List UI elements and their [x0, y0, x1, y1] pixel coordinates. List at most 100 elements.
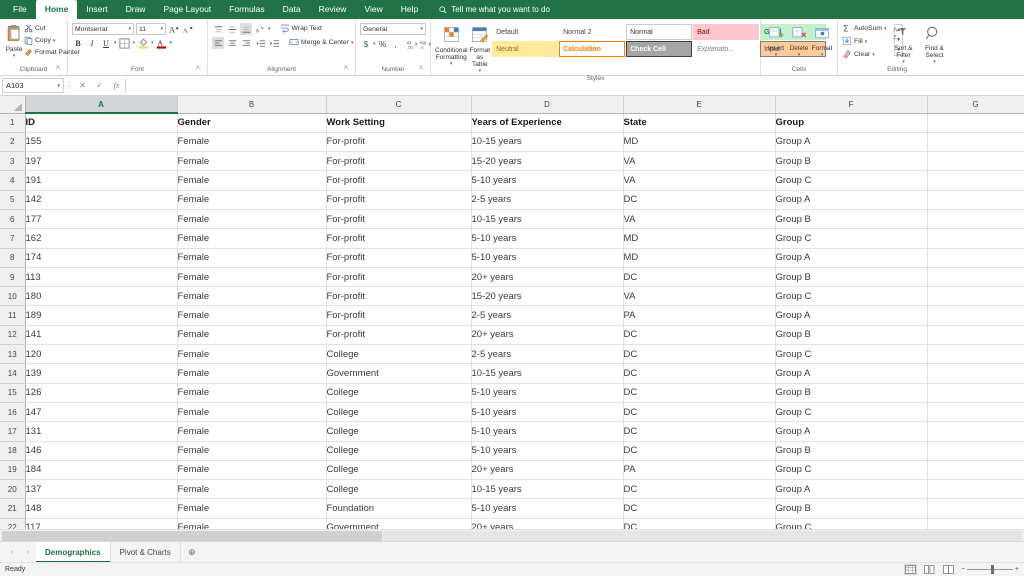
- cell-C9[interactable]: For-profit: [326, 267, 471, 286]
- cell-G13[interactable]: [927, 345, 1024, 364]
- cell-D8[interactable]: 5-10 years: [471, 248, 623, 267]
- cell-C15[interactable]: College: [326, 383, 471, 402]
- currency-chevron-down-icon[interactable]: ▾: [373, 41, 376, 47]
- cell-F7[interactable]: Group C: [775, 229, 927, 248]
- cell-A5[interactable]: 142: [25, 190, 177, 209]
- cell-A3[interactable]: 197: [25, 152, 177, 171]
- fill-chevron-down-icon[interactable]: ▾: [865, 39, 868, 45]
- cell-G10[interactable]: [927, 287, 1024, 306]
- alignment-dialog-launcher-icon[interactable]: ⇱: [344, 64, 349, 74]
- row-header-19[interactable]: 19: [0, 460, 25, 479]
- sheet-tab-pivot-charts[interactable]: Pivot & Charts: [111, 542, 181, 563]
- spreadsheet-grid[interactable]: ABCDEFG 1IDGenderWork SettingYears of Ex…: [0, 96, 1024, 529]
- cell-C13[interactable]: College: [326, 345, 471, 364]
- cell-E2[interactable]: MD: [623, 132, 775, 151]
- insert-cells-button[interactable]: Insert ▾: [765, 23, 787, 58]
- row-header-15[interactable]: 15: [0, 383, 25, 402]
- autosum-chevron-down-icon[interactable]: ▾: [884, 26, 887, 32]
- cell-E10[interactable]: VA: [623, 287, 775, 306]
- row-header-10[interactable]: 10: [0, 287, 25, 306]
- zoom-track[interactable]: [967, 569, 1013, 570]
- cell-E17[interactable]: DC: [623, 422, 775, 441]
- comma-format-button[interactable]: ,: [390, 38, 402, 50]
- cell-C21[interactable]: Foundation: [326, 499, 471, 518]
- cell-E15[interactable]: DC: [623, 383, 775, 402]
- cell-D19[interactable]: 20+ years: [471, 460, 623, 479]
- column-header-A[interactable]: A: [25, 96, 177, 113]
- wrap-text-button[interactable]: Wrap Text: [280, 23, 322, 35]
- cell-C22[interactable]: Government: [326, 518, 471, 529]
- cell-E3[interactable]: VA: [623, 152, 775, 171]
- cell-D15[interactable]: 5-10 years: [471, 383, 623, 402]
- cell-D16[interactable]: 5-10 years: [471, 402, 623, 421]
- align-middle-button[interactable]: [226, 23, 238, 35]
- cell-C6[interactable]: For-profit: [326, 209, 471, 228]
- row-header-9[interactable]: 9: [0, 267, 25, 286]
- row-header-3[interactable]: 3: [0, 152, 25, 171]
- cell-A14[interactable]: 139: [25, 364, 177, 383]
- zoom-thumb[interactable]: [991, 565, 994, 574]
- cell-E22[interactable]: DC: [623, 518, 775, 529]
- number-format-select[interactable]: General ▾: [360, 23, 426, 35]
- cell-G4[interactable]: [927, 171, 1024, 190]
- ribbon-tab-home[interactable]: Home: [36, 0, 78, 19]
- fill-color-button[interactable]: [137, 37, 149, 49]
- autosum-button[interactable]: Σ AutoSum ▾: [842, 23, 886, 35]
- cell-D1[interactable]: Years of Experience: [471, 113, 623, 132]
- align-top-button[interactable]: [212, 23, 224, 35]
- column-header-D[interactable]: D: [471, 96, 623, 113]
- cell-D17[interactable]: 5-10 years: [471, 422, 623, 441]
- cell-B21[interactable]: Female: [177, 499, 326, 518]
- cell-B17[interactable]: Female: [177, 422, 326, 441]
- cell-G14[interactable]: [927, 364, 1024, 383]
- cell-G11[interactable]: [927, 306, 1024, 325]
- cell-G21[interactable]: [927, 499, 1024, 518]
- cell-D5[interactable]: 2-5 years: [471, 190, 623, 209]
- cell-G5[interactable]: [927, 190, 1024, 209]
- style-calculation[interactable]: Calculation: [559, 41, 625, 57]
- cell-D11[interactable]: 2-5 years: [471, 306, 623, 325]
- cell-F11[interactable]: Group A: [775, 306, 927, 325]
- font-size-select[interactable]: 11 ▾: [136, 23, 166, 35]
- cell-B22[interactable]: Female: [177, 518, 326, 529]
- cell-D3[interactable]: 15-20 years: [471, 152, 623, 171]
- font-size-chevron-down-icon[interactable]: ▾: [160, 26, 163, 32]
- increase-indent-button[interactable]: [268, 37, 280, 49]
- cell-F5[interactable]: Group A: [775, 190, 927, 209]
- copy-chevron-down-icon[interactable]: ▾: [53, 38, 56, 44]
- cell-B14[interactable]: Female: [177, 364, 326, 383]
- cell-E6[interactable]: VA: [623, 209, 775, 228]
- number-dialog-launcher-icon[interactable]: ⇱: [419, 64, 424, 74]
- cell-A22[interactable]: 117: [25, 518, 177, 529]
- row-header-22[interactable]: 22: [0, 518, 25, 529]
- cell-A6[interactable]: 177: [25, 209, 177, 228]
- cell-F2[interactable]: Group A: [775, 132, 927, 151]
- insert-chevron-down-icon[interactable]: ▾: [775, 52, 778, 58]
- delete-chevron-down-icon[interactable]: ▾: [798, 52, 801, 58]
- cell-B15[interactable]: Female: [177, 383, 326, 402]
- row-header-13[interactable]: 13: [0, 345, 25, 364]
- cell-F18[interactable]: Group B: [775, 441, 927, 460]
- hscroll-thumb[interactable]: [2, 531, 382, 541]
- merge-center-chevron-down-icon[interactable]: ▾: [351, 40, 354, 46]
- ribbon-tab-data[interactable]: Data: [274, 0, 310, 19]
- cell-G3[interactable]: [927, 152, 1024, 171]
- cell-D7[interactable]: 5-10 years: [471, 229, 623, 248]
- row-header-20[interactable]: 20: [0, 480, 25, 499]
- cell-B5[interactable]: Female: [177, 190, 326, 209]
- row-header-21[interactable]: 21: [0, 499, 25, 518]
- style-normal[interactable]: Normal: [626, 24, 692, 40]
- ribbon-tab-help[interactable]: Help: [392, 0, 427, 19]
- hscroll-track[interactable]: [2, 531, 1022, 541]
- cell-B9[interactable]: Female: [177, 267, 326, 286]
- style-default[interactable]: Default: [492, 24, 558, 40]
- clipboard-dialog-launcher-icon[interactable]: ⇱: [56, 64, 61, 74]
- column-header-F[interactable]: F: [775, 96, 927, 113]
- find-select-button[interactable]: Find & Select ▾: [920, 23, 948, 65]
- cell-B11[interactable]: Female: [177, 306, 326, 325]
- cell-E5[interactable]: DC: [623, 190, 775, 209]
- row-header-16[interactable]: 16: [0, 402, 25, 421]
- cell-B20[interactable]: Female: [177, 480, 326, 499]
- underline-button[interactable]: U: [100, 37, 112, 49]
- style-explanato[interactable]: Explanato...: [693, 41, 759, 57]
